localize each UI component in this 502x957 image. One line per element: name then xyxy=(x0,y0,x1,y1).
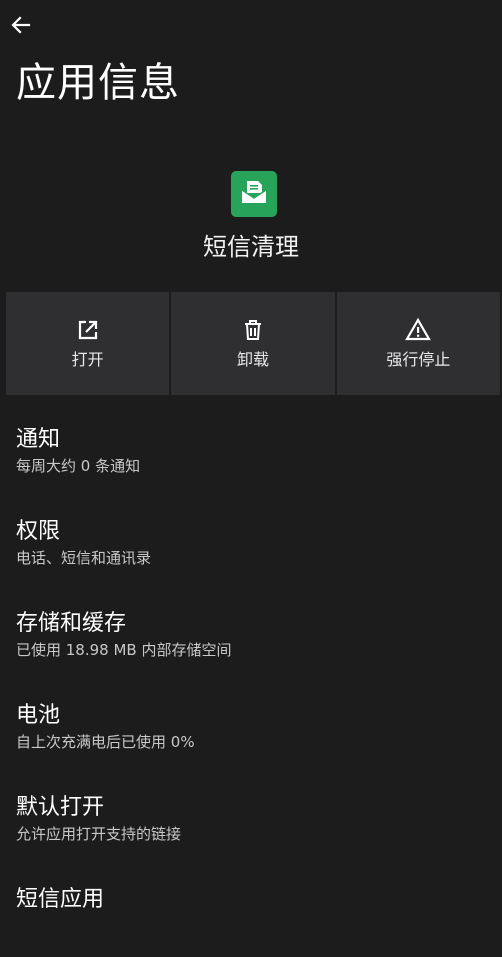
settings-item-subtitle: 已使用 18.98 MB 内部存储空间 xyxy=(16,641,232,659)
open-label: 打开 xyxy=(71,350,104,369)
uninstall-button[interactable]: 卸载 xyxy=(171,292,335,395)
settings-item-subtitle: 允许应用打开支持的链接 xyxy=(16,825,182,843)
sms-envelope-icon xyxy=(239,177,269,211)
settings-item-title: 短信应用 xyxy=(16,887,105,912)
force-stop-label: 强行停止 xyxy=(386,350,451,369)
settings-item-subtitle: 电话、短信和通讯录 xyxy=(16,549,152,567)
settings-item-permissions[interactable]: 权限 电话、短信和通讯录 xyxy=(0,497,502,589)
settings-item-subtitle: 自上次充满电后已使用 0% xyxy=(16,733,195,751)
warning-triangle-icon xyxy=(405,317,432,343)
app-name: 短信清理 xyxy=(203,233,299,261)
settings-item-battery[interactable]: 电池 自上次充满电后已使用 0% xyxy=(0,681,502,773)
trash-icon xyxy=(240,317,266,343)
settings-item-title: 存储和缓存 xyxy=(16,611,127,636)
back-button[interactable] xyxy=(6,12,36,42)
open-external-icon xyxy=(75,317,101,343)
top-app-bar xyxy=(0,0,502,56)
settings-item-subtitle: 每周大约 0 条通知 xyxy=(16,457,141,475)
settings-item-title: 电池 xyxy=(16,703,61,728)
app-icon xyxy=(231,171,277,217)
settings-list: 通知 每周大约 0 条通知 权限 电话、短信和通讯录 存储和缓存 已使用 18.… xyxy=(0,405,502,957)
open-button[interactable]: 打开 xyxy=(6,292,170,395)
settings-item-sms-app[interactable]: 短信应用 xyxy=(0,865,502,957)
page-title: 应用信息 xyxy=(16,60,180,106)
settings-item-title: 权限 xyxy=(16,519,61,544)
settings-item-open-by-default[interactable]: 默认打开 允许应用打开支持的链接 xyxy=(0,773,502,865)
arrow-left-icon xyxy=(9,13,33,41)
uninstall-label: 卸载 xyxy=(236,350,269,369)
settings-item-title: 默认打开 xyxy=(16,795,105,820)
settings-item-title: 通知 xyxy=(16,427,61,452)
settings-item-notifications[interactable]: 通知 每周大约 0 条通知 xyxy=(0,405,502,497)
force-stop-button[interactable]: 强行停止 xyxy=(336,292,500,395)
action-bar: 打开 卸载 强行停止 xyxy=(6,292,500,395)
settings-item-storage[interactable]: 存储和缓存 已使用 18.98 MB 内部存储空间 xyxy=(0,589,502,681)
